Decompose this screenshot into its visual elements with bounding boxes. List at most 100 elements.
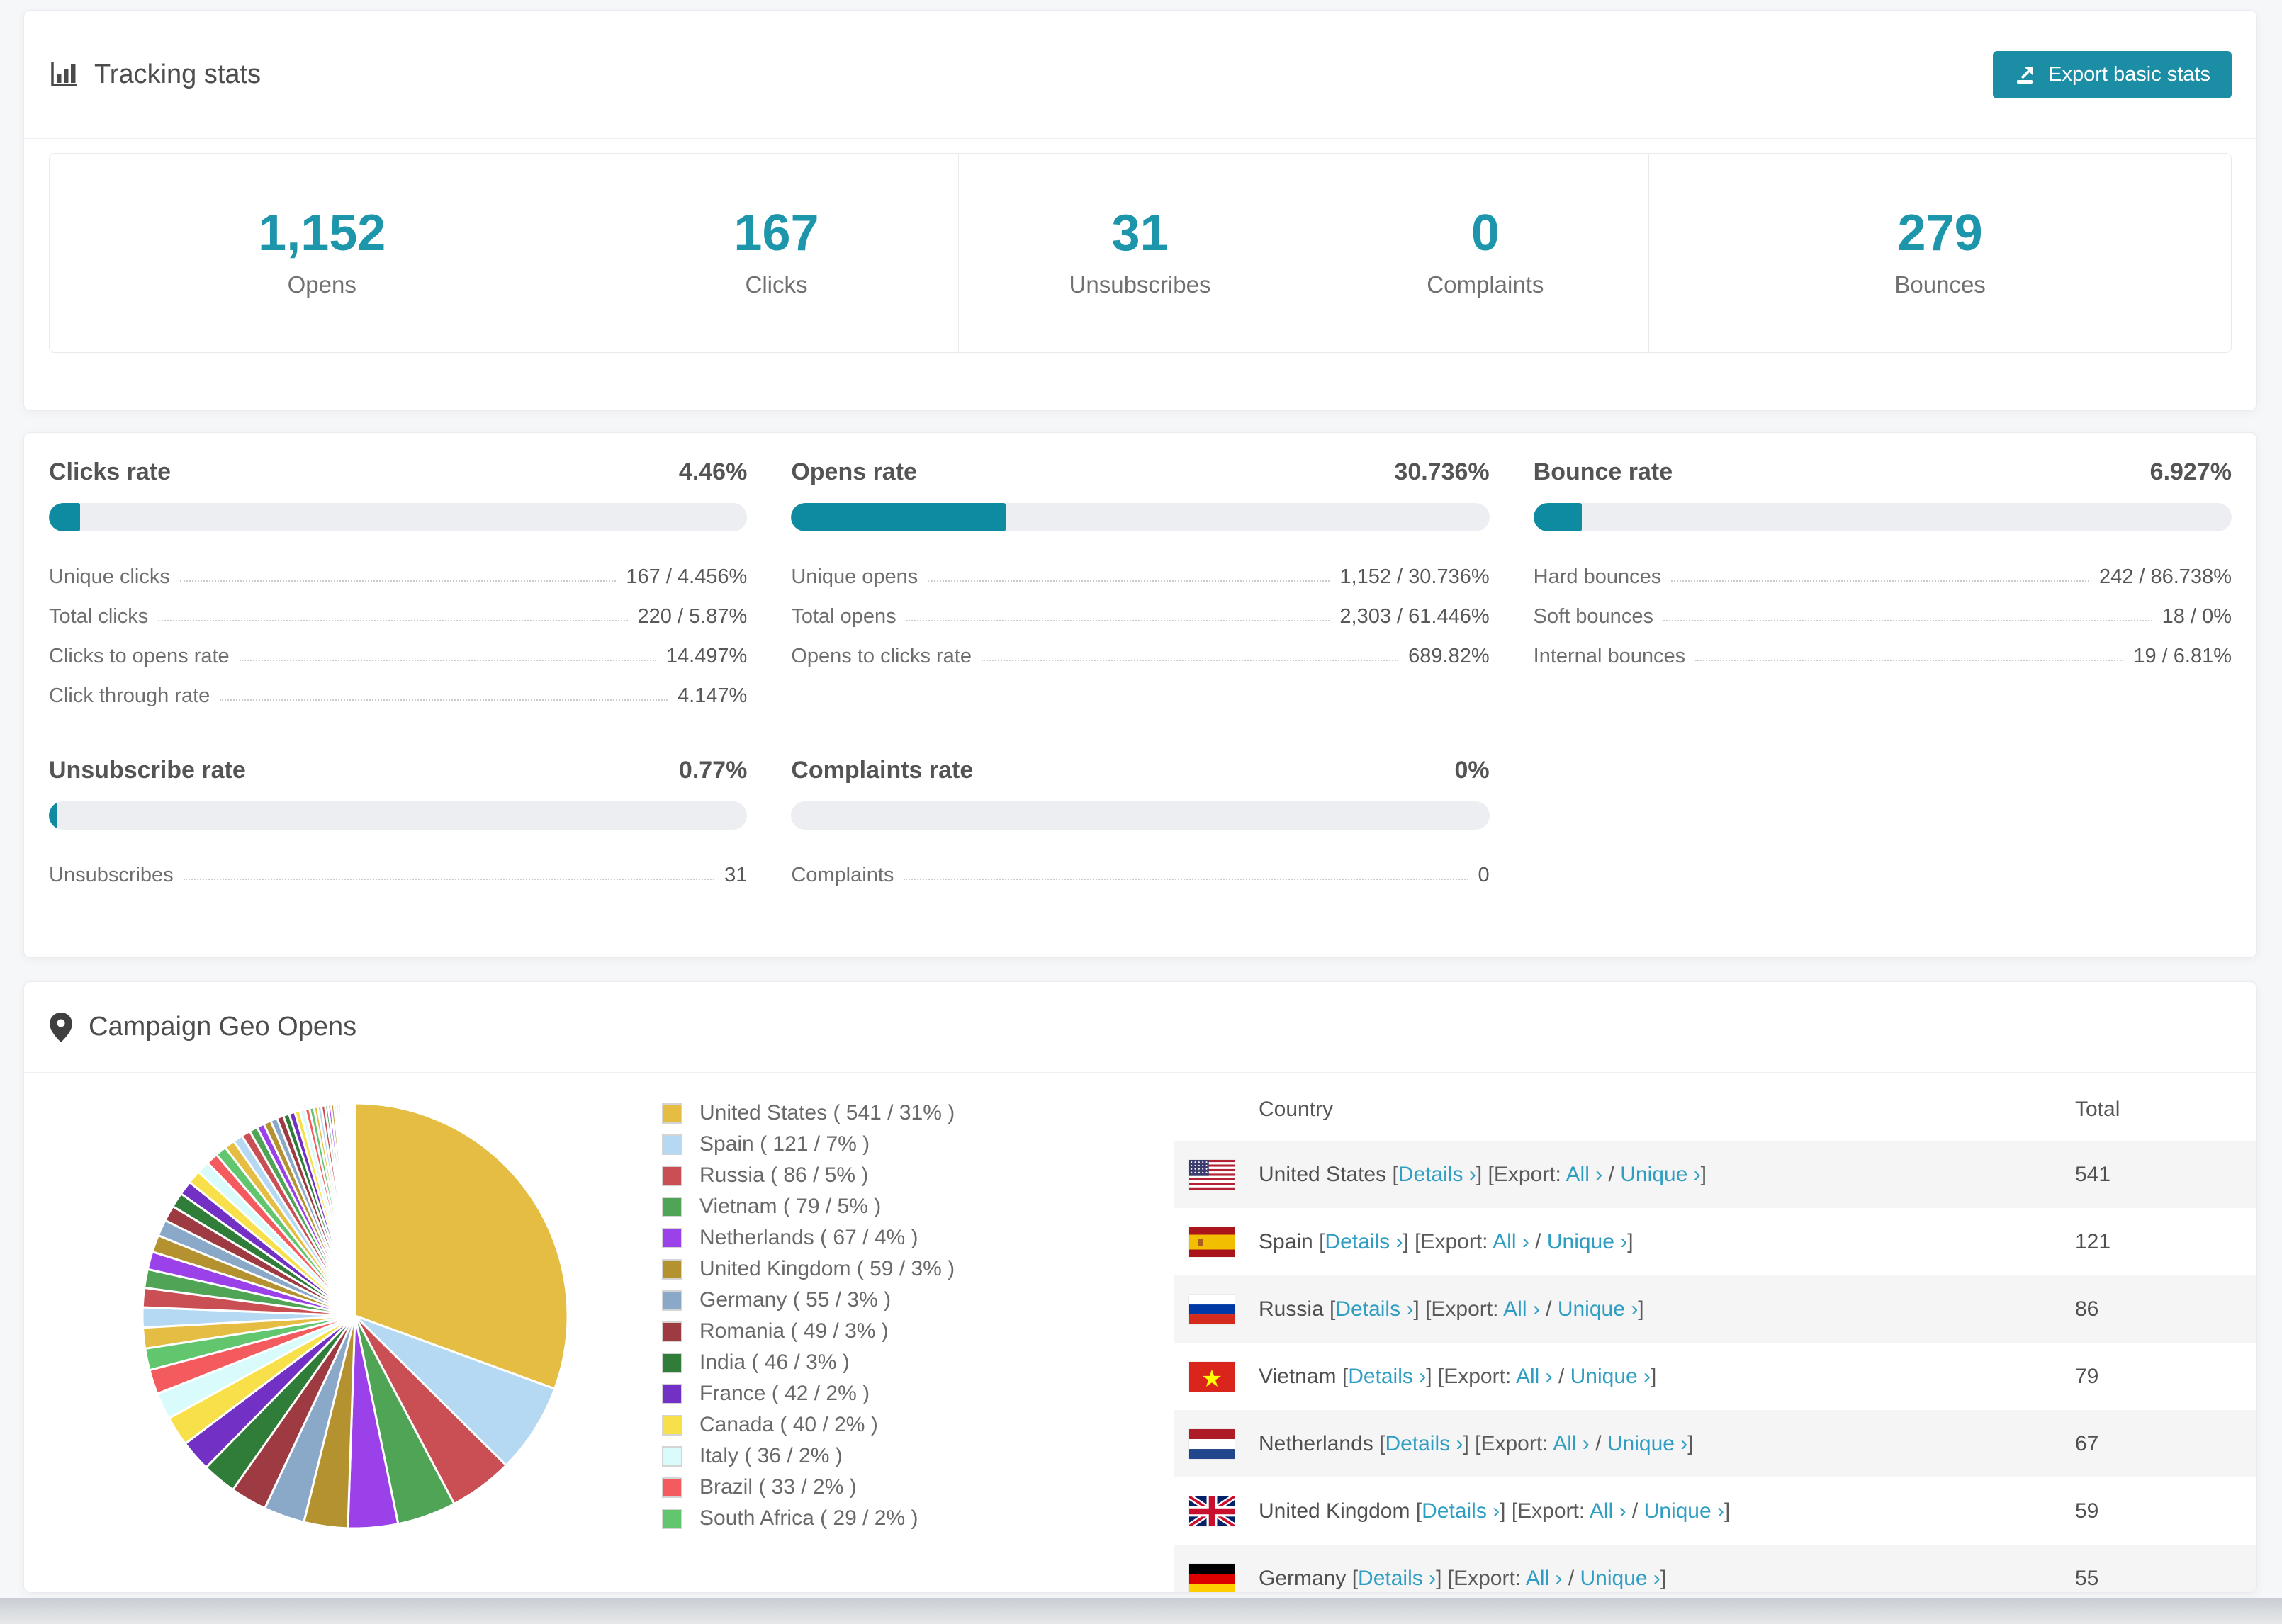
geo-body: United States ( 541 / 31% ) Spain ( 121 /… [24,1073,2256,1592]
export-unique-link[interactable]: Unique › [1620,1163,1700,1186]
legend-label: Russia ( 86 / 5% ) [699,1163,869,1187]
details-link[interactable]: Details › [1335,1297,1413,1321]
export-all-link[interactable]: All › [1503,1297,1540,1321]
legend-swatch [662,1258,682,1280]
dotted-leader [904,879,1468,880]
legend-label: Germany ( 55 / 3% ) [699,1288,892,1312]
rate-detail-label: Unsubscribes [49,863,174,886]
bracket: ] [1724,1499,1731,1523]
legend-label: Romania ( 49 / 3% ) [699,1319,889,1343]
country-total: 541 [2075,1162,2111,1186]
gb-flag-icon [1189,1496,1235,1526]
export-basic-stats-button[interactable]: Export basic stats [1993,50,2232,98]
rate-progress-bar [49,503,748,531]
country-name: Germany [1259,1566,1347,1590]
bracket: ] [1651,1364,1657,1388]
bracket: ] [1638,1297,1644,1321]
rate-detail-label: Soft bounces [1533,604,1653,628]
bracket: [ [1336,1364,1349,1388]
export-all-link[interactable]: All › [1553,1432,1590,1455]
rate-detail-value: 2,303 / 61.446% [1339,604,1490,628]
rate-detail-value: 220 / 5.87% [637,604,748,628]
export-unique-link[interactable]: Unique › [1644,1499,1724,1523]
export-label: ] [Export: [1436,1566,1526,1590]
export-all-link[interactable]: All › [1590,1499,1626,1523]
map-marker-icon [49,1012,73,1043]
country-name: United States [1259,1162,1387,1186]
export-unique-link[interactable]: Unique › [1547,1230,1627,1253]
export-all-link[interactable]: All › [1526,1567,1563,1590]
rate-detail-row: Total clicks 220 / 5.87% [49,597,747,636]
details-link[interactable]: Details › [1385,1432,1463,1455]
column-header-country: Country [1259,1098,1334,1121]
legend-label: Netherlands ( 67 / 4% ) [699,1226,918,1249]
rate-progress-bar [791,503,1490,531]
legend-label: Italy ( 36 / 2% ) [699,1444,843,1467]
rate-value: 0% [1454,757,1490,784]
rate-progress-fill [49,503,80,531]
slash: / [1602,1162,1621,1186]
country-name: Netherlands [1259,1431,1373,1455]
dotted-leader [1663,620,2152,621]
section-title: Campaign Geo Opens [89,1012,357,1042]
rate-progress-bar [49,801,748,830]
table-row-vn: Vietnam [Details ›] [Export: All › / Uni… [1174,1343,2256,1410]
rate-detail-label: Hard bounces [1533,565,1662,588]
rate-detail-value: 31 [724,863,748,886]
table-row-es: Spain [Details ›] [Export: All › / Uniqu… [1174,1208,2256,1275]
legend-label: South Africa ( 29 / 2% ) [699,1506,918,1530]
export-label: ] [Export: [1403,1229,1493,1253]
vn-flag-icon [1189,1361,1235,1392]
rate-title: Complaints rate [791,757,974,784]
details-link[interactable]: Details › [1422,1499,1500,1523]
export-all-link[interactable]: All › [1493,1230,1529,1253]
bracket: [ [1323,1297,1336,1321]
table-row-gb: United Kingdom [Details ›] [Export: All … [1174,1477,2256,1545]
rate-progress-fill [791,503,1006,531]
stat-value: 167 [734,205,819,261]
bracket: ] [1687,1431,1694,1455]
rate-detail-label: Unique opens [791,565,918,588]
legend-swatch [662,1165,682,1186]
bracket: [ [1313,1229,1325,1253]
details-link[interactable]: Details › [1325,1230,1403,1253]
dotted-leader [928,580,1330,582]
tracking-stats-card: Tracking stats Export basic stats 1,152 O… [23,10,2257,411]
country-total: 121 [2075,1229,2111,1253]
rate-block-bounce-rate: Bounce rate 6.927% Hard bounces 242 / 86.73… [1533,458,2232,716]
rate-detail-label: Total clicks [49,604,149,628]
stat-label: Opens [287,271,356,298]
export-all-link[interactable]: All › [1516,1365,1553,1388]
rate-title: Unsubscribe rate [49,757,246,784]
legend-label: Spain ( 121 / 7% ) [699,1132,870,1156]
details-link[interactable]: Details › [1348,1365,1426,1388]
export-unique-link[interactable]: Unique › [1607,1432,1687,1455]
export-unique-link[interactable]: Unique › [1558,1297,1638,1321]
export-label: ] [Export: [1500,1499,1590,1523]
rate-detail-row: Clicks to opens rate 14.497% [49,636,747,676]
legend-label: Canada ( 40 / 2% ) [699,1413,878,1436]
bracket: ] [1660,1566,1667,1590]
rate-title: Clicks rate [49,458,171,485]
export-unique-link[interactable]: Unique › [1570,1365,1651,1388]
export-unique-link[interactable]: Unique › [1580,1567,1660,1590]
legend-item: Russia ( 86 / 5% ) [662,1160,1151,1191]
geo-opens-header: Campaign Geo Opens [24,982,2256,1073]
export-all-link[interactable]: All › [1566,1163,1603,1186]
slash: / [1626,1499,1644,1523]
legend-swatch [662,1103,682,1124]
legend-item: Romania ( 49 / 3% ) [662,1316,1151,1347]
legend-item: Spain ( 121 / 7% ) [662,1129,1151,1160]
rate-progress-fill [1533,503,1582,531]
rates-card: Clicks rate 4.46% Unique clicks 167 / 4.456… [23,432,2257,958]
rate-detail-row: Soft bounces 18 / 0% [1534,597,2232,636]
dotted-leader [1671,580,2089,582]
details-link[interactable]: Details › [1398,1163,1476,1186]
legend-swatch [662,1383,682,1404]
rate-block-opens-rate: Opens rate 30.736% Unique opens 1,152 / 30.… [791,458,1490,716]
page-title: Tracking stats [94,59,262,89]
legend-item: United States ( 541 / 31% ) [662,1098,1151,1129]
details-link[interactable]: Details › [1358,1567,1436,1590]
ru-flag-icon [1189,1294,1235,1324]
export-label: ] [Export: [1426,1364,1516,1388]
